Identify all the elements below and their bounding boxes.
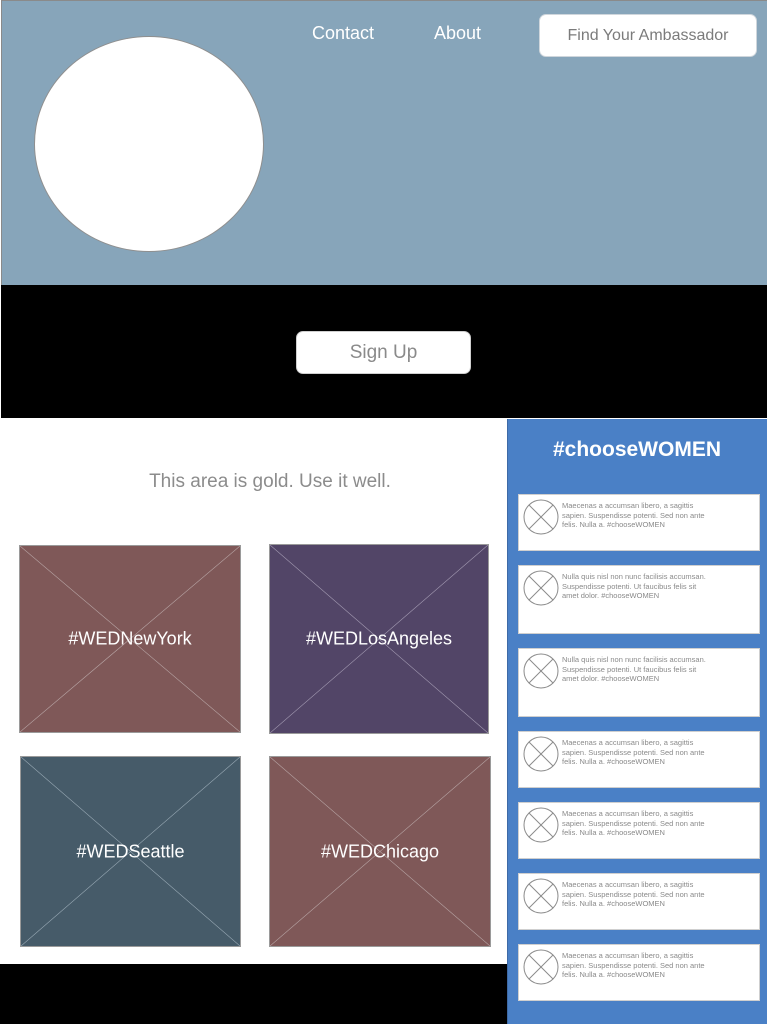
placeholder-image-icon bbox=[523, 653, 559, 689]
sign-up-button[interactable]: Sign Up bbox=[296, 331, 471, 374]
placeholder-image-icon bbox=[523, 878, 559, 914]
tile-label: #WEDLosAngeles bbox=[305, 628, 453, 649]
tile-new-york[interactable]: #WEDNewYork bbox=[19, 545, 241, 733]
tagline: This area is gold. Use it well. bbox=[149, 471, 391, 492]
feed-post-text: Nulla quis nisl non nunc facilisis accum… bbox=[562, 655, 706, 684]
feed-post[interactable]: Nulla quis nisl non nunc facilisis accum… bbox=[518, 565, 760, 634]
feed-post[interactable]: Nulla quis nisl non nunc facilisis accum… bbox=[518, 648, 760, 717]
placeholder-image-icon bbox=[523, 499, 559, 535]
nav-about-link[interactable]: About bbox=[434, 23, 481, 44]
placeholder-image-icon bbox=[523, 949, 559, 985]
find-ambassador-button[interactable]: Find Your Ambassador bbox=[539, 14, 757, 57]
placeholder-image-icon bbox=[523, 736, 559, 772]
sidebar-title: #chooseWOMEN bbox=[552, 438, 722, 461]
feed-post[interactable]: Maecenas a accumsan libero, a sagittis s… bbox=[518, 802, 760, 859]
feed-post-text: Nulla quis nisl non nunc facilisis accum… bbox=[562, 572, 706, 601]
logo-placeholder[interactable] bbox=[34, 36, 264, 252]
tile-label: #WEDChicago bbox=[320, 841, 440, 861]
placeholder-image-icon bbox=[523, 807, 559, 843]
feed-post[interactable]: Maecenas a accumsan libero, a sagittis s… bbox=[518, 944, 760, 1001]
feed-post[interactable]: Maecenas a accumsan libero, a sagittis s… bbox=[518, 731, 760, 788]
tile-label: #WEDNewYork bbox=[68, 628, 192, 649]
feed-post-text: Maecenas a accumsan libero, a sagittis s… bbox=[562, 951, 705, 980]
feed-post-text: Maecenas a accumsan libero, a sagittis s… bbox=[562, 738, 705, 767]
header: Contact About Find Your Ambassador bbox=[1, 0, 767, 285]
feed-post[interactable]: Maecenas a accumsan libero, a sagittis s… bbox=[518, 873, 760, 930]
tile-seattle[interactable]: #WEDSeattle bbox=[20, 756, 241, 947]
tile-los-angeles[interactable]: #WEDLosAngeles bbox=[269, 544, 489, 734]
feed-post[interactable]: Maecenas a accumsan libero, a sagittis s… bbox=[518, 494, 760, 551]
feed-post-text: Maecenas a accumsan libero, a sagittis s… bbox=[562, 501, 705, 530]
tile-label: #WEDSeattle bbox=[76, 841, 185, 861]
feed-post-text: Maecenas a accumsan libero, a sagittis s… bbox=[562, 809, 705, 838]
placeholder-image-icon bbox=[523, 570, 559, 606]
tile-chicago[interactable]: #WEDChicago bbox=[269, 756, 491, 947]
feed-post-text: Maecenas a accumsan libero, a sagittis s… bbox=[562, 880, 705, 909]
nav-contact-link[interactable]: Contact bbox=[312, 23, 374, 44]
footer-band bbox=[0, 964, 507, 1024]
